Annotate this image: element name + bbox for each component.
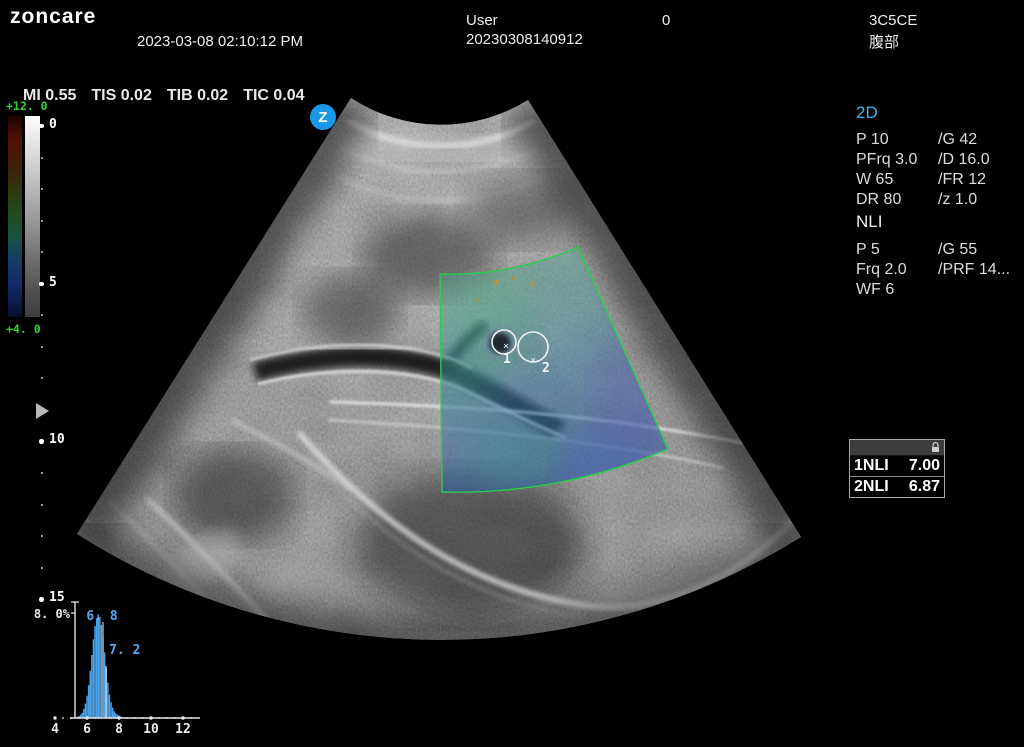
param-right: /z 1.0 bbox=[938, 190, 977, 210]
histogram-tick-labels: 4 6 8 10 12 bbox=[51, 722, 191, 737]
depth-tick bbox=[41, 314, 43, 316]
param-left: P 5 bbox=[856, 240, 938, 260]
depth-label-10: 10 bbox=[49, 432, 65, 447]
depth-tick bbox=[41, 346, 43, 348]
param-row: Frq 2.0/PRF 14... bbox=[856, 260, 1024, 280]
svg-text:8: 8 bbox=[115, 722, 123, 737]
measurement-cursor-2-x: × bbox=[530, 355, 536, 366]
result-label: 2NLI bbox=[854, 478, 889, 496]
param-right: /G 55 bbox=[938, 240, 977, 260]
depth-tick bbox=[41, 472, 43, 474]
elasto-hotspot bbox=[476, 298, 480, 302]
depth-tick bbox=[41, 504, 43, 506]
param-row: PFrq 3.0/D 16.0 bbox=[856, 150, 1024, 170]
mode-2d-params: P 10/G 42 PFrq 3.0/D 16.0 W 65/FR 12 DR … bbox=[856, 130, 1024, 210]
depth-tick bbox=[39, 282, 44, 287]
z-logo-badge: Z bbox=[310, 104, 336, 130]
param-left: P 10 bbox=[856, 130, 938, 150]
depth-tick bbox=[41, 251, 43, 253]
depth-tick bbox=[41, 188, 43, 190]
param-right: /PRF 14... bbox=[938, 260, 1010, 280]
param-left: PFrq 3.0 bbox=[856, 150, 938, 170]
depth-label-0: 0 bbox=[49, 117, 57, 132]
roi-marker-2-label: 2 bbox=[542, 361, 550, 376]
result-value: 6.87 bbox=[909, 478, 940, 496]
svg-text:10: 10 bbox=[143, 722, 159, 737]
tic-value: TIC 0.04 bbox=[243, 87, 304, 104]
histogram-peak-label: 6. 8 bbox=[86, 609, 117, 624]
tib-value: TIB 0.02 bbox=[167, 87, 228, 104]
result-value: 7.00 bbox=[909, 457, 940, 475]
elasto-hotspot bbox=[512, 276, 516, 280]
param-left: DR 80 bbox=[856, 190, 938, 210]
patient-name: User bbox=[466, 12, 498, 29]
frame-counter: 0 bbox=[662, 12, 670, 29]
mode-2d-title: 2D bbox=[856, 103, 878, 123]
result-label: 1NLI bbox=[854, 457, 889, 475]
mode-nli-title: NLI bbox=[856, 212, 882, 232]
depth-tick bbox=[41, 157, 43, 159]
param-row: P 5/G 55 bbox=[856, 240, 1024, 260]
depth-tick bbox=[41, 567, 43, 569]
param-left: WF 6 bbox=[856, 280, 938, 300]
param-row: WF 6 bbox=[856, 280, 1024, 300]
exam-id: 20230308140912 bbox=[466, 31, 583, 48]
elasto-hotspot bbox=[530, 282, 534, 286]
svg-text:6: 6 bbox=[83, 722, 91, 737]
tis-value: TIS 0.02 bbox=[91, 87, 151, 104]
svg-text:12: 12 bbox=[175, 722, 191, 737]
histogram-ymax-label: 8. 0% bbox=[34, 607, 71, 621]
param-right: /D 16.0 bbox=[938, 150, 990, 170]
param-row: DR 80/z 1.0 bbox=[856, 190, 1024, 210]
param-row: P 10/G 42 bbox=[856, 130, 1024, 150]
results-box-header[interactable] bbox=[850, 440, 944, 456]
param-right: /G 42 bbox=[938, 130, 977, 150]
exam-preset: 腹部 bbox=[869, 31, 899, 52]
depth-tick bbox=[41, 535, 43, 537]
elasto-hotspot bbox=[495, 280, 500, 285]
depth-tick bbox=[41, 220, 43, 222]
histogram-mean-label: 7. 2 bbox=[109, 643, 140, 658]
roi-marker-1-label: 1 bbox=[503, 352, 511, 367]
depth-label-5: 5 bbox=[49, 275, 57, 290]
result-row-2: 2NLI 6.87 bbox=[850, 476, 944, 497]
depth-tick bbox=[39, 124, 44, 129]
measurement-results-box[interactable]: 1NLI 7.00 2NLI 6.87 bbox=[849, 439, 945, 498]
focus-marker bbox=[36, 403, 49, 419]
nli-histogram: 8. 0% 6. 8 7. 2 4 6 8 10 12 bbox=[20, 592, 270, 747]
probe-model: 3C5CE bbox=[869, 12, 917, 29]
param-right: /FR 12 bbox=[938, 170, 986, 190]
param-row: W 65/FR 12 bbox=[856, 170, 1024, 190]
measurement-cursor-1-x: × bbox=[503, 341, 509, 352]
svg-text:4: 4 bbox=[51, 722, 59, 737]
datetime-display: 2023-03-08 02:10:12 PM bbox=[137, 33, 303, 50]
param-left: W 65 bbox=[856, 170, 938, 190]
depth-tick bbox=[39, 439, 44, 444]
mode-nli-params: P 5/G 55 Frq 2.0/PRF 14... WF 6 bbox=[856, 240, 1024, 300]
lock-icon bbox=[931, 442, 940, 453]
result-row-1: 1NLI 7.00 bbox=[850, 456, 944, 476]
param-left: Frq 2.0 bbox=[856, 260, 938, 280]
depth-tick bbox=[41, 377, 43, 379]
